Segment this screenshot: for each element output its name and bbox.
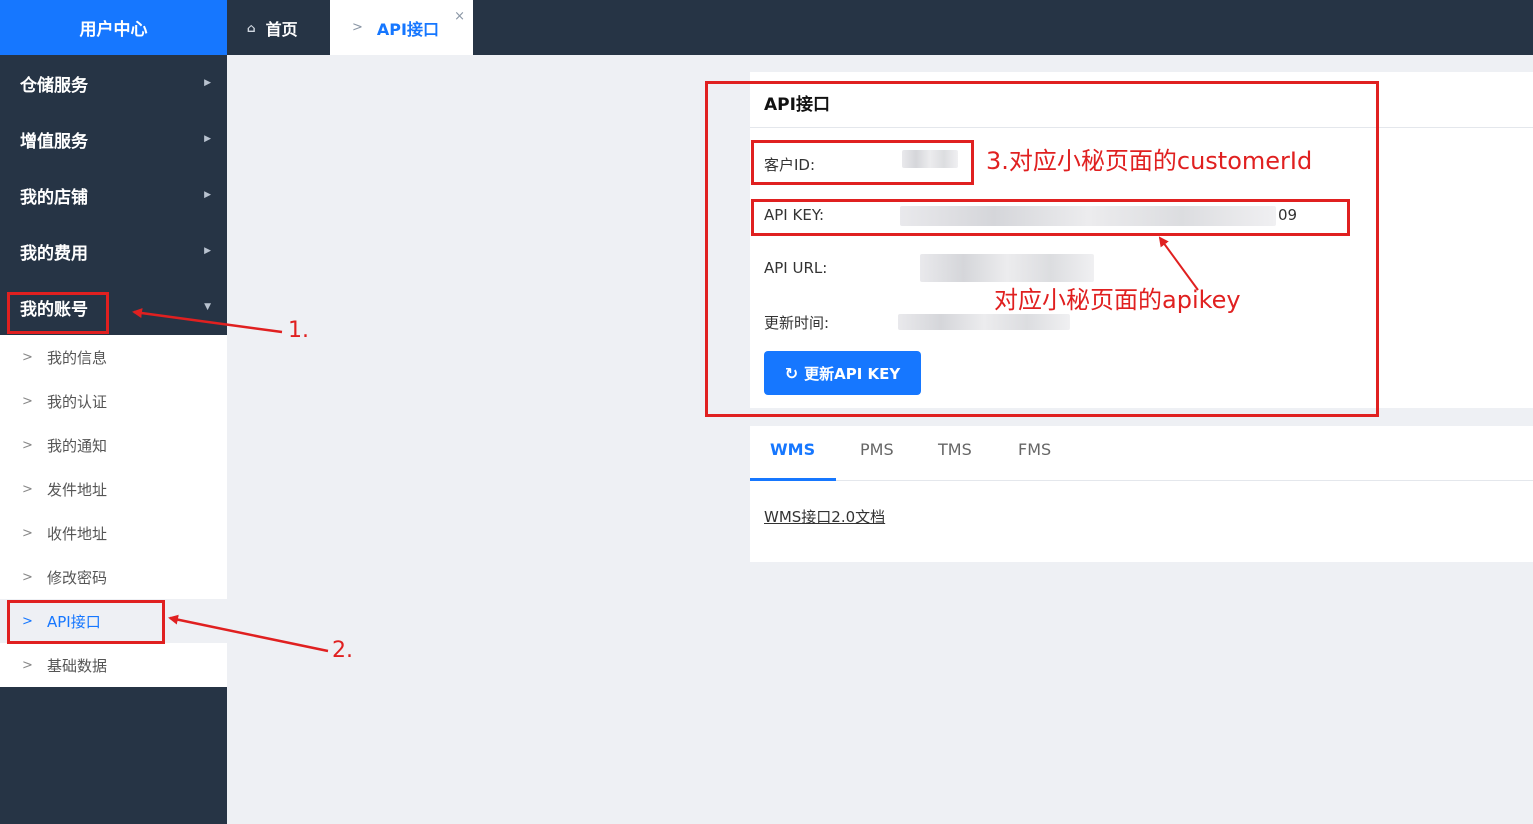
api-key-value-tail: 09 bbox=[1278, 206, 1298, 224]
refresh-api-key-button[interactable]: ↻ 更新API KEY bbox=[764, 351, 921, 395]
submenu-item-label: 发件地址 bbox=[47, 480, 108, 499]
tab-label: API接口 bbox=[376, 19, 439, 39]
tab-label: 首页 bbox=[265, 19, 298, 39]
brand-title[interactable]: 用户中心 bbox=[0, 0, 227, 55]
menu-item-warehouse[interactable]: 仓储服务 ▶ bbox=[0, 55, 227, 111]
menu-item-label: 增值服务 bbox=[20, 131, 88, 152]
menu-item-my-store[interactable]: 我的店铺 ▶ bbox=[0, 167, 227, 223]
annotation-customer-id-note: 3.对应小秘页面的customerId bbox=[986, 147, 1313, 175]
chevron-right-icon: > bbox=[22, 657, 33, 673]
chevron-right-icon: > bbox=[22, 393, 33, 409]
caret-right-icon: ▶ bbox=[204, 134, 211, 144]
tab-fms[interactable]: FMS bbox=[1018, 440, 1051, 459]
caret-right-icon: ▶ bbox=[204, 78, 211, 88]
caret-right-icon: ▶ bbox=[204, 246, 211, 256]
chevron-right-icon: > bbox=[352, 20, 363, 35]
active-tab-indicator bbox=[750, 478, 836, 481]
api-key-label: API KEY: bbox=[764, 206, 825, 224]
caret-down-icon: ▼ bbox=[204, 302, 211, 312]
annotation-step-2: 2. bbox=[332, 638, 353, 663]
annotation-apikey-note: 对应小秘页面的apikey bbox=[994, 286, 1241, 314]
updated-time-value-redacted bbox=[898, 314, 1070, 330]
submenu-item-receiver-address[interactable]: > 收件地址 bbox=[0, 511, 227, 555]
api-url-label: API URL: bbox=[764, 259, 828, 277]
api-url-value-redacted bbox=[920, 254, 1094, 282]
tab-pms[interactable]: PMS bbox=[860, 440, 894, 459]
submenu-item-label: 收件地址 bbox=[47, 524, 108, 543]
menu-item-my-fees[interactable]: 我的费用 ▶ bbox=[0, 223, 227, 279]
menu-item-label: 我的账号 bbox=[20, 299, 88, 320]
chevron-right-icon: > bbox=[22, 437, 33, 453]
submenu-item-api[interactable]: > API接口 bbox=[0, 599, 227, 643]
button-label: 更新API KEY bbox=[804, 364, 901, 383]
submenu-item-sender-address[interactable]: > 发件地址 bbox=[0, 467, 227, 511]
updated-time-label: 更新时间: bbox=[764, 314, 830, 332]
customer-id-label: 客户ID: bbox=[764, 156, 816, 174]
tab-tms[interactable]: TMS bbox=[938, 440, 972, 459]
menu-item-value-added[interactable]: 增值服务 ▶ bbox=[0, 111, 227, 167]
menu-item-label: 我的店铺 bbox=[20, 187, 88, 208]
submenu-item-label: 修改密码 bbox=[47, 568, 108, 587]
submenu-item-label: 我的认证 bbox=[47, 392, 108, 411]
tabs-divider bbox=[836, 480, 1533, 481]
sidebar: 用户中心 仓储服务 ▶ 增值服务 ▶ 我的店铺 ▶ 我的费用 ▶ 我的账号 ▼ … bbox=[0, 0, 227, 824]
close-icon[interactable]: × bbox=[454, 9, 465, 24]
submenu-item-label: API接口 bbox=[47, 612, 101, 631]
submenu-item-label: 我的通知 bbox=[47, 436, 108, 455]
menu-item-label: 我的费用 bbox=[20, 243, 88, 264]
submenu-item-notifications[interactable]: > 我的通知 bbox=[0, 423, 227, 467]
submenu-item-basic-data[interactable]: > 基础数据 bbox=[0, 643, 227, 687]
chevron-right-icon: > bbox=[22, 613, 33, 629]
divider bbox=[750, 127, 1533, 128]
refresh-icon: ↻ bbox=[784, 363, 799, 383]
caret-right-icon: ▶ bbox=[204, 190, 211, 200]
docs-tabs-panel: WMS PMS TMS FMS WMS接口2.0文档 bbox=[750, 426, 1533, 562]
chevron-right-icon: > bbox=[22, 525, 33, 541]
tab-api[interactable]: > API接口 × bbox=[330, 0, 473, 55]
wms-doc-link[interactable]: WMS接口2.0文档 bbox=[764, 506, 885, 527]
chevron-right-icon: > bbox=[22, 349, 33, 365]
annotation-step-1: 1. bbox=[288, 318, 309, 343]
menu-item-label: 仓储服务 bbox=[20, 75, 88, 96]
customer-id-value-redacted bbox=[902, 150, 958, 168]
account-submenu: > 我的信息 > 我的认证 > 我的通知 > 发件地址 > 收件地址 > 修改密… bbox=[0, 335, 227, 687]
submenu-item-my-info[interactable]: > 我的信息 bbox=[0, 335, 227, 379]
home-icon: ⌂ bbox=[247, 20, 256, 35]
tab-home[interactable]: ⌂ 首页 bbox=[227, 0, 327, 55]
api-key-value-redacted bbox=[900, 206, 1276, 226]
top-tab-bar: ⌂ 首页 > API接口 × bbox=[227, 0, 1533, 55]
submenu-item-label: 我的信息 bbox=[47, 348, 108, 367]
submenu-item-label: 基础数据 bbox=[47, 656, 108, 675]
menu-item-my-account[interactable]: 我的账号 ▼ bbox=[0, 279, 227, 335]
tab-wms[interactable]: WMS bbox=[770, 440, 815, 459]
chevron-right-icon: > bbox=[22, 481, 33, 497]
card-title: API接口 bbox=[764, 95, 830, 115]
submenu-item-verification[interactable]: > 我的认证 bbox=[0, 379, 227, 423]
chevron-right-icon: > bbox=[22, 569, 33, 585]
submenu-item-change-password[interactable]: > 修改密码 bbox=[0, 555, 227, 599]
